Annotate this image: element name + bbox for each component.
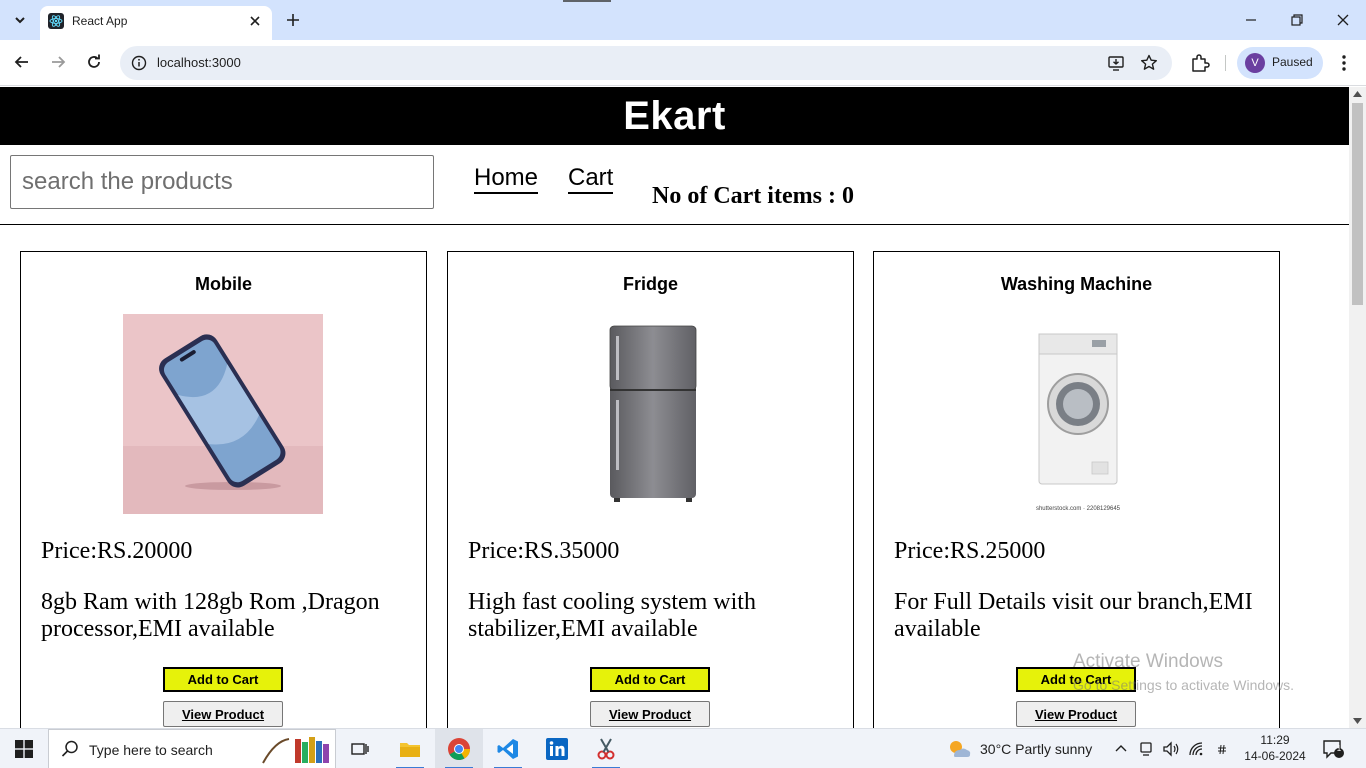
product-name: Mobile — [195, 274, 252, 294]
search-icon — [61, 740, 78, 757]
taskbar-clock[interactable]: 11:29 14-06-2024 — [1244, 732, 1306, 764]
react-logo-icon — [48, 13, 64, 29]
image-caption: shutterstock.com · 2208129645 — [1036, 506, 1121, 512]
clock-time: 11:29 — [1260, 733, 1290, 747]
browser-titlebar: React App — [0, 0, 1366, 40]
product-name: Fridge — [622, 274, 678, 294]
notification-center-button[interactable]: 1 — [1322, 739, 1344, 764]
app-header: Ekart — [0, 87, 1349, 145]
install-app-icon[interactable] — [1106, 53, 1126, 73]
profile-status: Paused — [1272, 55, 1313, 69]
tab-search-button[interactable] — [8, 8, 32, 32]
notification-count: 1 — [1336, 744, 1342, 753]
refrigerator-image — [550, 314, 750, 514]
product-card-washing-machine: Washing Machine shutterstock.com · 22081… — [873, 251, 1280, 728]
file-explorer-button[interactable] — [386, 729, 434, 768]
add-to-cart-button[interactable]: Add to Cart — [1016, 667, 1136, 692]
site-info-icon[interactable] — [130, 54, 148, 72]
product-description: For Full Details visit our branch,EMI av… — [894, 589, 1253, 642]
add-to-cart-button[interactable]: Add to Cart — [163, 667, 283, 692]
wifi-icon[interactable] — [1188, 741, 1206, 757]
restore-icon[interactable] — [1287, 10, 1307, 30]
taskbar-search-placeholder: Type here to search — [89, 742, 213, 758]
meet-now-icon[interactable] — [1138, 741, 1154, 757]
washing-machine-image: shutterstock.com · 2208129645 — [976, 314, 1176, 514]
scroll-down-arrow-icon[interactable] — [1353, 718, 1362, 724]
scrollbar-thumb[interactable] — [1352, 103, 1363, 305]
search-highlight-books-icon — [262, 737, 329, 764]
product-card-mobile: Mobile Price:RS.20000 8gb Ram with 128gb… — [20, 251, 427, 728]
snipping-tool-taskbar-button[interactable] — [582, 729, 630, 768]
nav-cart-link[interactable]: Cart — [568, 164, 614, 194]
tab-title: React App — [72, 14, 128, 28]
window-drag-indicator — [563, 0, 611, 2]
page-scrollbar[interactable] — [1349, 87, 1366, 728]
windows-logo-icon — [15, 740, 33, 758]
profile-button[interactable]: V Paused — [1237, 47, 1323, 79]
product-description: High fast cooling system with stabilizer… — [468, 589, 756, 642]
search-input[interactable] — [10, 155, 434, 209]
bookmark-star-icon[interactable] — [1139, 53, 1159, 73]
product-description: 8gb Ram with 128gb Rom ,Dragon processor… — [41, 589, 380, 642]
minimize-icon[interactable] — [1241, 10, 1261, 30]
forward-arrow-icon[interactable] — [48, 52, 68, 72]
windows-taskbar: Type here to search 30°C Partly sunny 11… — [0, 728, 1366, 768]
product-price: Price:RS.25000 — [894, 538, 1046, 564]
page-viewport: Ekart Home Cart No of Cart items : 0 Mob… — [0, 87, 1349, 728]
chrome-icon — [448, 738, 470, 760]
product-price: Price:RS.20000 — [41, 538, 193, 564]
page-title: Ekart — [623, 94, 726, 138]
partly-sunny-icon — [950, 741, 971, 757]
start-button[interactable] — [0, 729, 48, 768]
browser-tab[interactable]: React App — [40, 6, 272, 40]
back-arrow-icon[interactable] — [12, 52, 32, 72]
reload-icon[interactable] — [84, 52, 104, 72]
new-tab-plus-icon[interactable] — [283, 10, 303, 30]
extensions-puzzle-icon[interactable] — [1189, 52, 1211, 74]
vscode-icon — [497, 739, 518, 759]
weather-text: 30°C Partly sunny — [980, 741, 1093, 757]
product-name: Washing Machine — [1000, 274, 1153, 294]
window-close-icon[interactable] — [1333, 10, 1353, 30]
input-language-icon[interactable] — [1216, 742, 1228, 756]
toolbar-separator — [1225, 55, 1226, 71]
product-price: Price:RS.35000 — [468, 538, 620, 564]
system-tray — [1114, 729, 1228, 768]
url-text[interactable]: localhost:3000 — [157, 55, 241, 70]
smartphone-image — [123, 314, 323, 514]
address-bar[interactable]: localhost:3000 — [120, 46, 1172, 80]
nav-home-link[interactable]: Home — [474, 164, 539, 194]
task-view-button[interactable] — [336, 729, 384, 768]
view-product-button[interactable]: View Product — [1016, 701, 1136, 727]
more-menu-icon[interactable] — [1335, 52, 1353, 74]
cart-item-count: No of Cart items : 0 — [652, 183, 854, 209]
view-product-button[interactable]: View Product — [590, 701, 710, 727]
scroll-up-arrow-icon[interactable] — [1353, 91, 1362, 97]
chrome-taskbar-button[interactable] — [435, 729, 483, 768]
volume-icon[interactable] — [1162, 741, 1180, 757]
clock-date: 14-06-2024 — [1244, 749, 1306, 763]
product-card-fridge: Fridge Price:RS.35000 High fast cooling … — [447, 251, 854, 728]
show-hidden-icons-chevron-icon[interactable] — [1114, 742, 1128, 756]
linkedin-icon — [546, 738, 568, 760]
avatar: V — [1245, 53, 1265, 73]
navbar: Home Cart No of Cart items : 0 — [0, 145, 1349, 225]
weather-widget[interactable]: 30°C Partly sunny — [946, 729, 1092, 768]
snipping-tool-icon — [597, 738, 615, 760]
add-to-cart-button[interactable]: Add to Cart — [590, 667, 710, 692]
view-product-button[interactable]: View Product — [163, 701, 283, 727]
close-icon[interactable] — [248, 14, 262, 28]
folder-icon — [400, 743, 420, 757]
chevron-down-icon — [15, 17, 25, 24]
vscode-taskbar-button[interactable] — [484, 729, 532, 768]
linkedin-taskbar-button[interactable] — [533, 729, 581, 768]
taskbar-search-box[interactable]: Type here to search — [48, 729, 336, 768]
browser-toolbar: localhost:3000 V Paused — [0, 40, 1366, 86]
task-view-icon — [351, 743, 369, 755]
